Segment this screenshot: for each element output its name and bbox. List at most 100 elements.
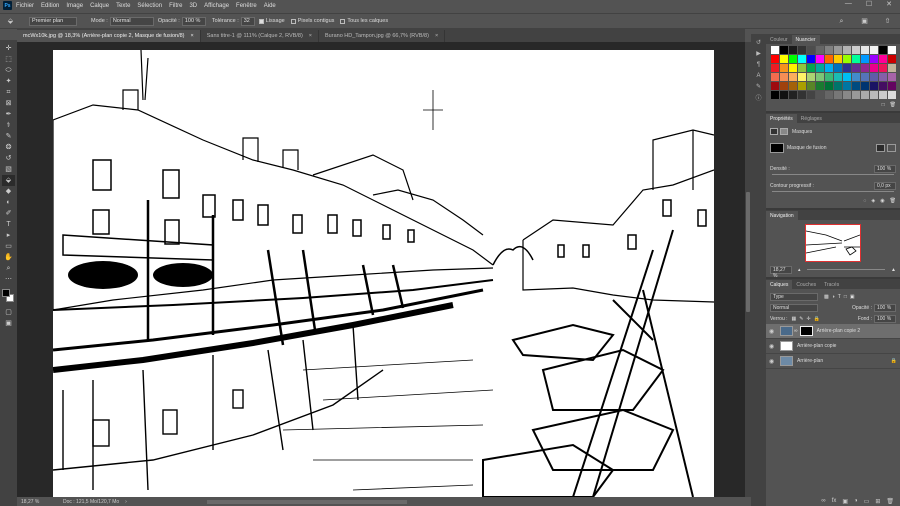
marquee-tool-icon[interactable]: ⬚ — [2, 54, 15, 65]
navigation-zoom-slider[interactable] — [806, 269, 886, 270]
smoothing-checkbox[interactable] — [258, 18, 264, 24]
character-icon[interactable]: A — [754, 71, 763, 80]
visibility-icon[interactable]: ◉ — [880, 198, 884, 204]
pixel-mask-icon[interactable] — [770, 128, 778, 135]
horizontal-scroll-thumb[interactable] — [206, 499, 407, 504]
layer-opacity-field[interactable]: 100 % — [874, 303, 896, 312]
swatch-cell[interactable] — [861, 64, 869, 72]
lock-paint-icon[interactable]: ✎ — [799, 316, 803, 322]
menu-aide[interactable]: Aide — [264, 3, 276, 9]
swatch-cell[interactable] — [789, 64, 797, 72]
layer-name[interactable]: Arrière-plan — [797, 358, 823, 364]
layer-row[interactable]: ◉ ∞ Arrière-plan copie 2 — [766, 324, 900, 339]
menu-edition[interactable]: Edition — [41, 3, 59, 9]
tab-paths[interactable]: Tracés — [820, 280, 843, 289]
swatch-cell[interactable] — [852, 91, 860, 99]
new-swatch-icon[interactable]: □ — [882, 102, 885, 108]
swatch-cell[interactable] — [789, 91, 797, 99]
tab-adjustments[interactable]: Réglages — [797, 114, 826, 123]
move-tool-icon[interactable]: ✛ — [2, 43, 15, 54]
close-icon[interactable]: × — [309, 33, 312, 39]
quick-mask-icon[interactable]: ▢ — [2, 307, 15, 318]
filter-smart-icon[interactable]: ▣ — [850, 294, 855, 300]
close-icon[interactable]: × — [191, 33, 194, 39]
swatch-cell[interactable] — [789, 55, 797, 63]
group-icon[interactable]: ▭ — [864, 498, 870, 505]
search-icon[interactable]: ⌕ — [835, 16, 848, 27]
delete-layer-icon[interactable]: 🗑 — [886, 498, 894, 505]
screen-mode-icon[interactable]: ▣ — [2, 318, 15, 329]
density-field[interactable]: 100 % — [874, 164, 896, 173]
menu-filtre[interactable]: Filtre — [169, 3, 182, 9]
layer-kind-select[interactable]: Type — [770, 292, 818, 301]
swatch-cell[interactable] — [825, 82, 833, 90]
tab-channels[interactable]: Couches — [792, 280, 820, 289]
swatch-cell[interactable] — [816, 46, 824, 54]
add-mask-icon[interactable]: ▣ — [842, 498, 848, 505]
swatch-cell[interactable] — [888, 91, 896, 99]
swatch-cell[interactable] — [888, 64, 896, 72]
swatch-cell[interactable] — [780, 82, 788, 90]
paragraph-icon[interactable]: ¶ — [754, 60, 763, 69]
swatch-cell[interactable] — [888, 46, 896, 54]
density-slider[interactable] — [772, 174, 894, 175]
swatch-cell[interactable] — [852, 82, 860, 90]
swatch-cell[interactable] — [780, 64, 788, 72]
swatch-cell[interactable] — [807, 46, 815, 54]
navigation-preview[interactable] — [805, 224, 861, 262]
swatch-cell[interactable] — [879, 55, 887, 63]
swatch-cell[interactable] — [852, 55, 860, 63]
swatch-cell[interactable] — [870, 64, 878, 72]
new-layer-icon[interactable]: ⊞ — [875, 498, 880, 505]
zoom-tool-icon[interactable]: ⌕ — [2, 263, 15, 274]
swatch-cell[interactable] — [834, 91, 842, 99]
fill-source-select[interactable]: Premier plan — [29, 16, 77, 26]
lasso-tool-icon[interactable]: ⬭ — [2, 65, 15, 76]
actions-icon[interactable]: ▶ — [754, 49, 763, 58]
swatch-cell[interactable] — [888, 55, 896, 63]
swatch-cell[interactable] — [798, 73, 806, 81]
lock-all-icon[interactable]: 🔒 — [814, 316, 820, 322]
swatch-cell[interactable] — [825, 91, 833, 99]
clone-stamp-tool-icon[interactable]: ❂ — [2, 142, 15, 153]
blend-mode-select[interactable]: Normal — [770, 303, 818, 312]
tab-color[interactable]: Couleur — [766, 35, 792, 44]
tab-document-3[interactable]: Burano HD_Tampon.jpg @ 66,7% (RVB/8) × — [319, 30, 446, 42]
layer-row[interactable]: ◉ Arrière-plan 🔒 — [766, 354, 900, 369]
delete-mask-icon[interactable]: 🗑 — [890, 198, 896, 204]
history-icon[interactable]: ↺ — [754, 38, 763, 47]
history-brush-tool-icon[interactable]: ↺ — [2, 153, 15, 164]
eraser-tool-icon[interactable]: ▧ — [2, 164, 15, 175]
menu-affichage[interactable]: Affichage — [204, 3, 229, 9]
swatch-cell[interactable] — [861, 73, 869, 81]
zoom-in-icon[interactable]: ▲ — [891, 267, 896, 273]
swatch-cell[interactable] — [816, 91, 824, 99]
contiguous-checkbox[interactable] — [290, 18, 296, 24]
swatch-cell[interactable] — [888, 73, 896, 81]
swatch-cell[interactable] — [852, 64, 860, 72]
close-icon[interactable]: × — [435, 33, 438, 39]
swatch-cell[interactable] — [834, 64, 842, 72]
swatch-cell[interactable] — [852, 46, 860, 54]
swatch-cell[interactable] — [834, 46, 842, 54]
vector-mask-icon[interactable] — [780, 128, 788, 135]
tab-swatches[interactable]: Nuancier — [791, 35, 820, 44]
zoom-readout[interactable]: 18,27 % — [21, 499, 51, 505]
dodge-tool-icon[interactable]: ◐ — [2, 197, 15, 208]
filter-adjust-icon[interactable]: ◑ — [832, 294, 835, 300]
swatch-cell[interactable] — [780, 46, 788, 54]
swatch-cell[interactable] — [870, 82, 878, 90]
swatch-cell[interactable] — [816, 55, 824, 63]
swatch-cell[interactable] — [780, 73, 788, 81]
swatch-cell[interactable] — [861, 91, 869, 99]
swatch-cell[interactable] — [807, 64, 815, 72]
share-icon[interactable]: ⇧ — [881, 16, 894, 27]
swatch-cell[interactable] — [843, 82, 851, 90]
all-layers-checkbox[interactable] — [340, 18, 346, 24]
lock-pixels-icon[interactable]: ▦ — [792, 316, 797, 322]
vector-mask-add-icon[interactable] — [887, 144, 896, 152]
navigation-zoom-field[interactable]: 18,27 % — [770, 265, 792, 279]
swatch-cell[interactable] — [861, 55, 869, 63]
menu-fenetre[interactable]: Fenêtre — [236, 3, 257, 9]
brush-settings-icon[interactable]: ✎ — [754, 82, 763, 91]
